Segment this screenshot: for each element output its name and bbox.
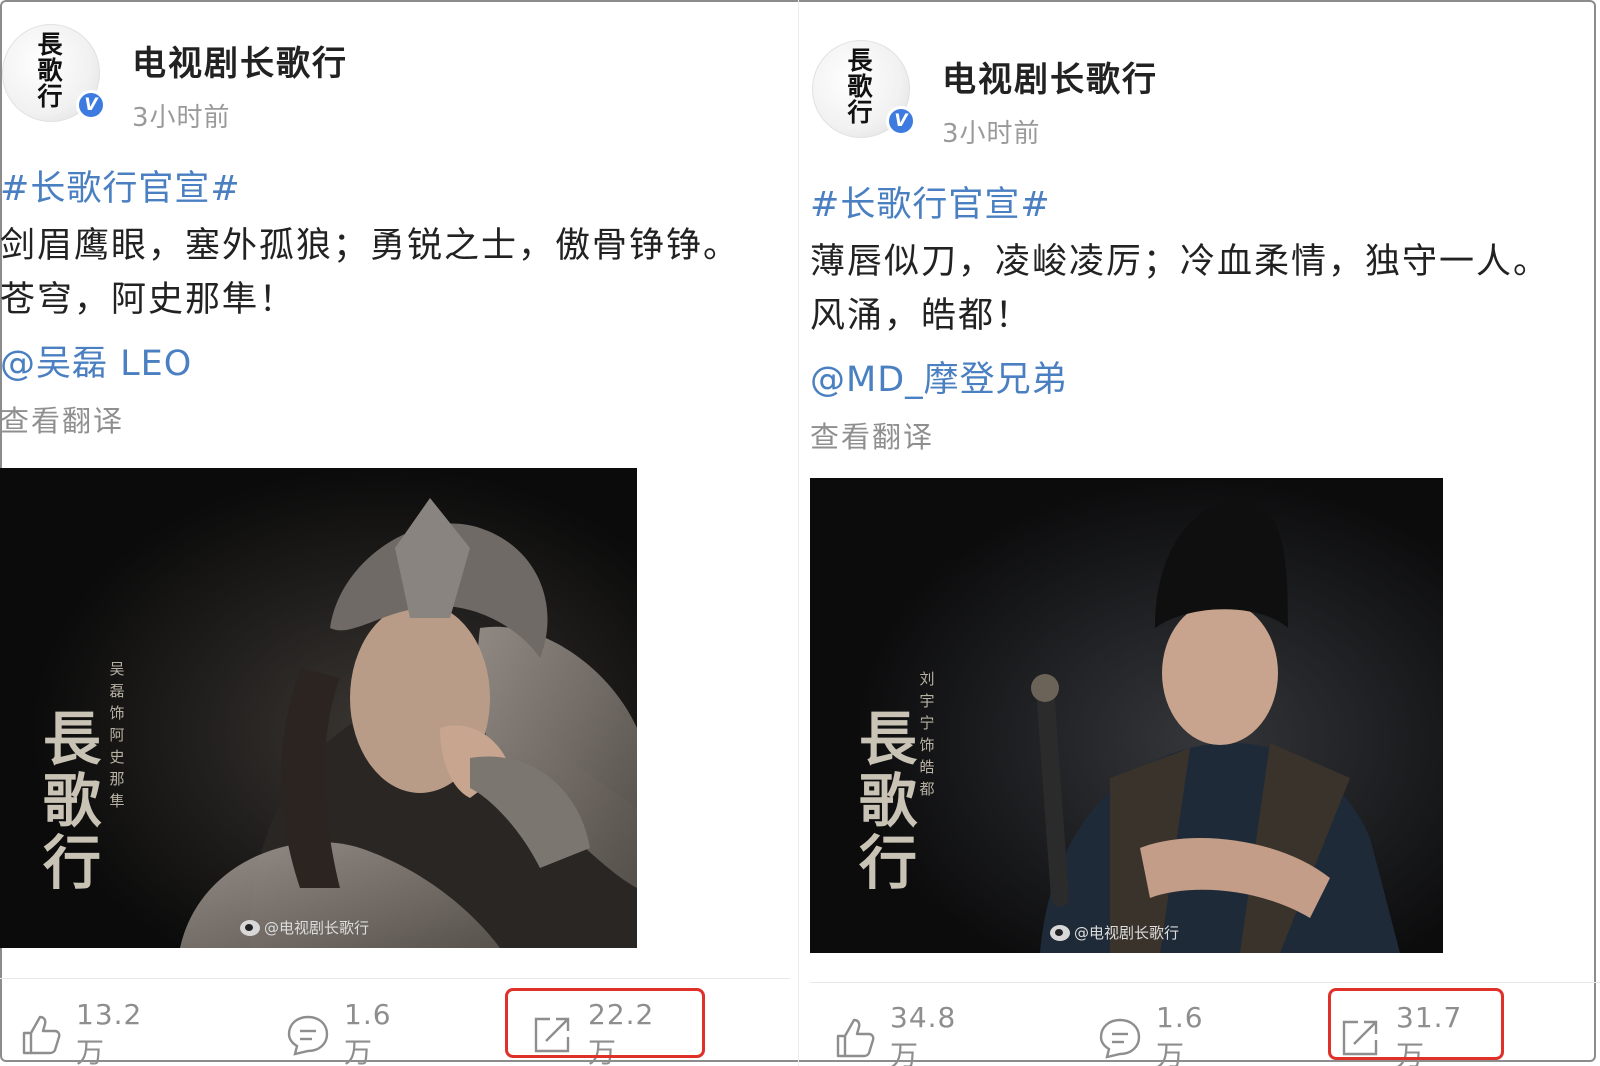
post-text-line-2: 风涌，皓都！ <box>810 296 1033 336</box>
post-time: 3小时前 <box>942 119 1041 149</box>
post-image[interactable]: 長歌行 吴磊饰阿史那隼 @电视剧长歌行 <box>0 468 637 948</box>
comment-button[interactable]: 1.6万 <box>1098 1001 1204 1066</box>
poster-credit: 刘宇宁饰皓都 <box>919 670 935 798</box>
weibo-post-right: 長歌行 V 电视剧长歌行 3小时前 #长歌行官宣# 薄唇似刀，凌峻凌厉；冷血柔情… <box>810 0 1600 1066</box>
post-header: 長歌行 V 电视剧长歌行 3小时前 <box>2 24 348 134</box>
action-bar-divider <box>0 978 790 979</box>
comment-count: 1.6万 <box>344 998 392 1066</box>
translate-link[interactable]: 查看翻译 <box>810 414 1550 456</box>
watermark-text: @电视剧长歌行 <box>1074 924 1180 942</box>
avatar-logo-text: 長歌行 <box>847 46 873 127</box>
poster-title: 長歌行 <box>42 705 101 897</box>
comment-count: 1.6万 <box>1156 1001 1204 1066</box>
avatar-logo-text: 長歌行 <box>37 30 63 111</box>
comment-icon <box>1098 1016 1142 1060</box>
weibo-icon <box>1050 924 1070 941</box>
like-icon <box>18 1013 62 1057</box>
hashtag-link[interactable]: #长歌行官宣# <box>0 160 740 211</box>
post-divider <box>798 0 799 1066</box>
avatar[interactable]: 長歌行 V <box>2 24 106 122</box>
post-header: 長歌行 V 电视剧长歌行 3小时前 <box>812 40 1158 150</box>
post-time: 3小时前 <box>132 103 231 133</box>
image-watermark: @电视剧长歌行 <box>240 917 369 938</box>
mention-link[interactable]: @MD_摩登兄弟 <box>810 351 1550 402</box>
poster-credit: 吴磊饰阿史那隼 <box>109 660 125 810</box>
post-text-line-1: 剑眉鹰眼，塞外孤狼；勇锐之士，傲骨铮铮。 <box>0 226 741 266</box>
post-content: #长歌行官宣# 剑眉鹰眼，塞外孤狼；勇锐之士，傲骨铮铮。 苍穹，阿史那隼！ @吴… <box>0 160 740 440</box>
like-count: 34.8万 <box>890 1001 957 1066</box>
repost-highlight-box <box>1328 988 1504 1060</box>
translate-link[interactable]: 查看翻译 <box>0 398 740 440</box>
mention-link[interactable]: @吴磊 LEO <box>0 335 740 386</box>
hashtag-link[interactable]: #长歌行官宣# <box>810 176 1550 227</box>
comment-button[interactable]: 1.6万 <box>286 998 392 1066</box>
comment-icon <box>286 1013 330 1057</box>
account-name[interactable]: 电视剧长歌行 <box>942 52 1158 101</box>
like-button[interactable]: 34.8万 <box>832 1001 956 1066</box>
post-content: #长歌行官宣# 薄唇似刀，凌峻凌厉；冷血柔情，独守一人。 风涌，皓都！ @MD_… <box>810 176 1550 456</box>
post-text-line-2: 苍穹，阿史那隼！ <box>0 280 297 320</box>
verified-icon: V <box>76 90 106 120</box>
like-count: 13.2万 <box>76 998 143 1066</box>
like-button[interactable]: 13.2万 <box>18 998 142 1066</box>
watermark-text: @电视剧长歌行 <box>264 919 370 937</box>
account-name[interactable]: 电视剧长歌行 <box>132 36 348 85</box>
weibo-icon <box>240 919 260 936</box>
post-text-line-1: 薄唇似刀，凌峻凌厉；冷血柔情，独守一人。 <box>810 242 1551 282</box>
avatar[interactable]: 長歌行 V <box>812 40 916 138</box>
post-image[interactable]: 長歌行 刘宇宁饰皓都 @电视剧长歌行 <box>810 478 1443 953</box>
poster-title: 長歌行 <box>858 705 917 897</box>
image-watermark: @电视剧长歌行 <box>1050 922 1179 943</box>
weibo-post-left: 長歌行 V 电视剧长歌行 3小时前 #长歌行官宣# 剑眉鹰眼，塞外孤狼；勇锐之士… <box>0 0 790 1066</box>
verified-icon: V <box>886 106 916 136</box>
action-bar-divider <box>810 982 1600 983</box>
repost-highlight-box <box>505 988 705 1058</box>
like-icon <box>832 1016 876 1060</box>
